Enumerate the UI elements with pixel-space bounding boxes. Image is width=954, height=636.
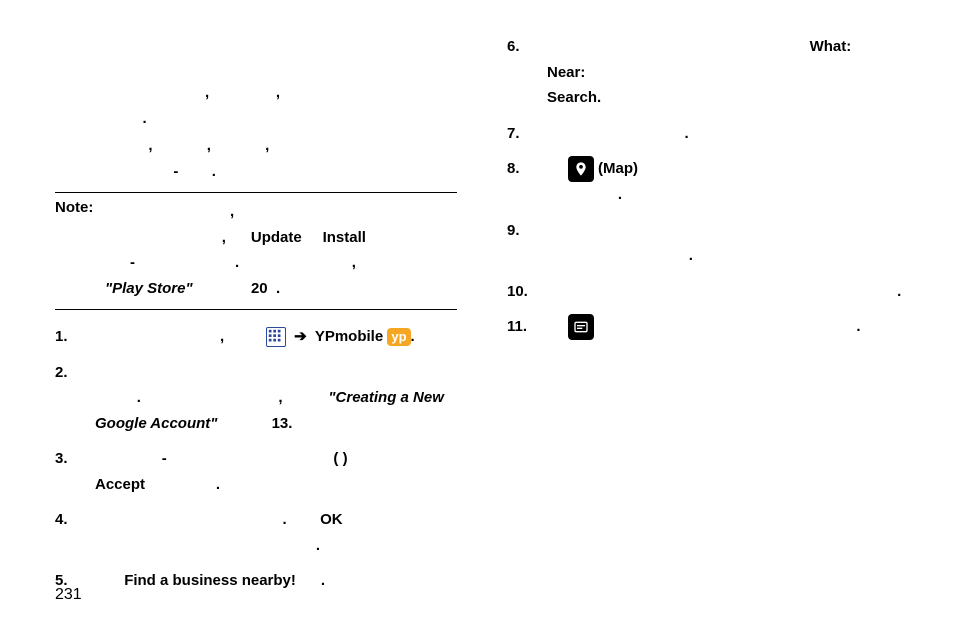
comma: , xyxy=(352,254,356,271)
step-2: 2. . , "Creating a New Google Account" 1… xyxy=(55,360,457,437)
period: . xyxy=(411,328,415,345)
step-number: 8. xyxy=(507,156,547,208)
step-number: 3. xyxy=(55,446,95,497)
step-number: 4. xyxy=(55,507,95,558)
comma: , xyxy=(207,137,211,154)
step-number: 1. xyxy=(55,324,95,350)
comma: , xyxy=(230,203,234,220)
step-number: 7. xyxy=(507,121,547,147)
step-number: 11. xyxy=(507,314,547,340)
page-13: 13. xyxy=(272,415,293,432)
intro-paragraph: , , . xyxy=(55,30,457,131)
search-label: Search xyxy=(547,89,597,106)
comma: , xyxy=(265,137,269,154)
note-update: Update xyxy=(251,229,302,246)
step-5: 5. Find a business nearby! . xyxy=(55,568,457,594)
step-4: 4. . OK . xyxy=(55,507,457,558)
note-install: Install xyxy=(323,229,366,246)
find-business-label: Find a business nearby! xyxy=(124,572,296,589)
step-number: 2. xyxy=(55,360,95,437)
apps-grid-icon[interactable] xyxy=(266,327,286,347)
dash: - xyxy=(162,450,167,467)
what-label: What: xyxy=(810,38,852,55)
period: . xyxy=(212,163,216,180)
step-10: 10. . xyxy=(507,279,909,305)
ok-label: OK xyxy=(320,511,343,528)
period: . xyxy=(276,280,280,297)
period: . xyxy=(283,511,287,528)
period: . xyxy=(856,318,860,335)
period: . xyxy=(316,537,320,554)
note-block: Note: , , Update Install - . xyxy=(55,199,457,301)
note-label: Note: xyxy=(55,199,99,301)
divider xyxy=(55,192,457,193)
menu-icon[interactable] xyxy=(568,314,594,340)
near-label: Near: xyxy=(547,64,585,81)
map-pin-icon[interactable] xyxy=(568,156,594,182)
step-9: 9. . xyxy=(507,218,909,269)
dash: - xyxy=(173,163,178,180)
step-3: 3. - ( ) Accept . xyxy=(55,446,457,497)
arrow-right-icon: ➔ xyxy=(294,328,307,345)
accept-label: Accept xyxy=(95,476,145,493)
intro-paragraph-2: , , , - . xyxy=(95,133,457,184)
note-page20: 20 xyxy=(251,280,268,297)
step-11: 11. . xyxy=(507,314,909,340)
period: . xyxy=(685,125,689,142)
period: . xyxy=(321,572,325,589)
step-6: 6. What: Near: Search. xyxy=(507,34,909,111)
period: . xyxy=(235,254,239,271)
step-number: 6. xyxy=(507,34,547,111)
page-number: 231 xyxy=(55,586,82,604)
period: . xyxy=(897,283,901,300)
comma: , xyxy=(148,137,152,154)
period: . xyxy=(597,89,601,106)
step-1: 1. , ➔ YPmobile xyxy=(55,324,457,350)
ypmobile-label: YPmobile xyxy=(315,328,383,345)
steps-left: 1. , ➔ YPmobile xyxy=(55,324,457,594)
steps-right: 6. What: Near: Search. 7. xyxy=(507,34,909,340)
step-8: 8. (Map) . xyxy=(507,156,909,208)
comma: , xyxy=(276,84,280,101)
period: . xyxy=(618,186,622,203)
step-number: 9. xyxy=(507,218,547,269)
note-playstore-ref: "Play Store" xyxy=(105,280,193,297)
period: . xyxy=(143,110,147,127)
map-label: (Map) xyxy=(598,160,638,177)
comma: , xyxy=(205,84,209,101)
step-7: 7. . xyxy=(507,121,909,147)
dash: - xyxy=(130,254,135,271)
yp-badge-icon[interactable]: yp xyxy=(387,328,410,346)
parentheses: ( ) xyxy=(333,450,347,467)
step-number: 10. xyxy=(507,279,547,305)
divider xyxy=(55,309,457,310)
comma: , xyxy=(222,229,226,246)
period: . xyxy=(216,476,220,493)
period: . xyxy=(689,247,693,264)
